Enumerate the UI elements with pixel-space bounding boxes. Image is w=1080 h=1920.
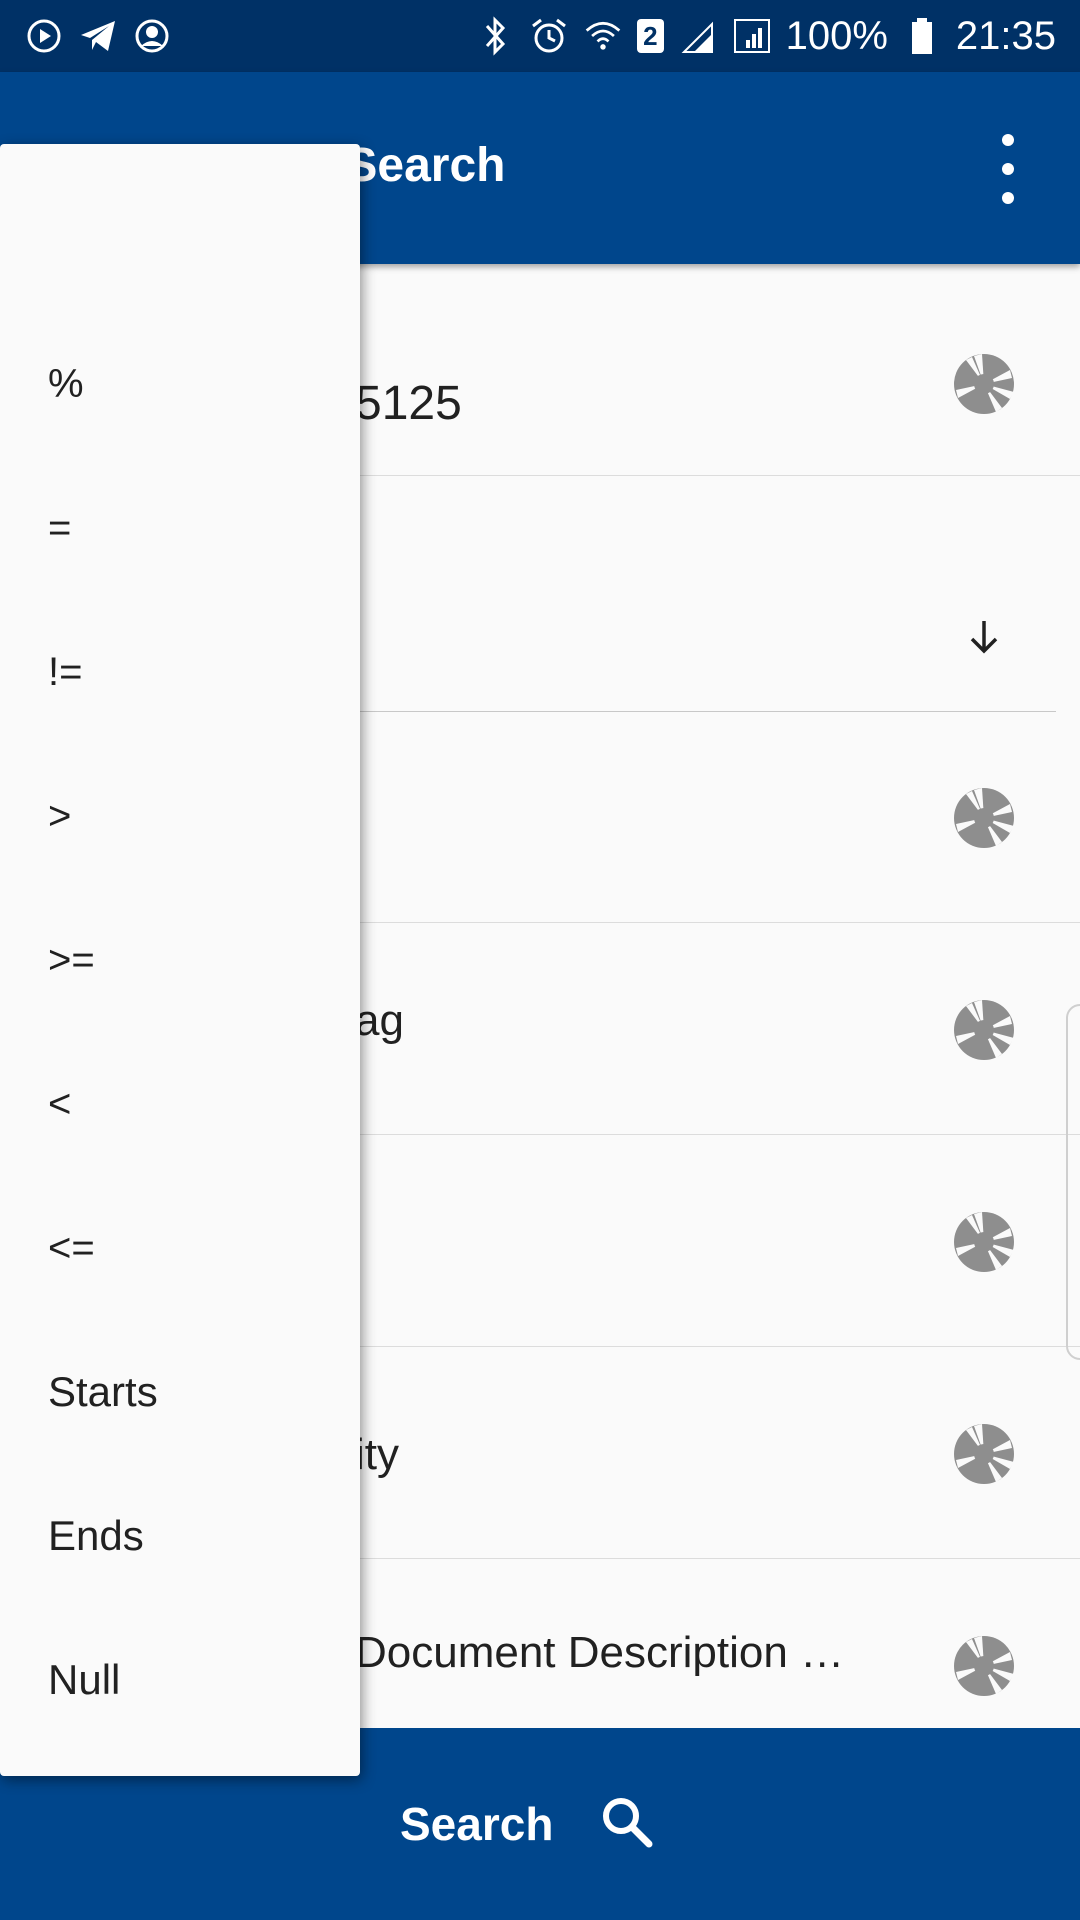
list-item-value: Document Description … bbox=[355, 1628, 845, 1677]
telegram-icon bbox=[78, 16, 118, 56]
list-item-value: ag bbox=[355, 996, 404, 1045]
more-vert-icon[interactable] bbox=[988, 134, 1028, 204]
bluetooth-icon bbox=[475, 16, 515, 56]
menu-item-greater-equal[interactable]: >= bbox=[48, 920, 95, 1000]
aperture-icon[interactable] bbox=[952, 998, 1016, 1062]
menu-item-equals[interactable]: = bbox=[48, 488, 71, 568]
wifi-icon bbox=[583, 16, 623, 56]
aperture-icon[interactable] bbox=[952, 786, 1016, 850]
search-button-label: Search bbox=[400, 1798, 554, 1850]
list-item-value: 5125 bbox=[355, 377, 462, 430]
menu-item-greater-than[interactable]: > bbox=[48, 776, 71, 856]
menu-item-percent[interactable]: % bbox=[48, 344, 84, 424]
search-icon bbox=[599, 1794, 655, 1855]
status-bar: 2 100% 21:35 bbox=[0, 0, 1080, 72]
menu-item-starts[interactable]: Starts bbox=[48, 1352, 158, 1432]
battery-icon bbox=[902, 16, 942, 56]
menu-item-null[interactable]: Null bbox=[48, 1640, 120, 1720]
signal-icon-2 bbox=[732, 16, 772, 56]
signal-icon bbox=[678, 16, 718, 56]
aperture-icon[interactable] bbox=[952, 1422, 1016, 1486]
account-circle-icon bbox=[132, 16, 172, 56]
sim-badge: 2 bbox=[637, 19, 664, 53]
alarm-icon bbox=[529, 16, 569, 56]
play-circle-icon bbox=[24, 16, 64, 56]
clock: 21:35 bbox=[955, 13, 1056, 58]
menu-item-not-equals[interactable]: != bbox=[48, 632, 82, 712]
menu-item-less-than[interactable]: < bbox=[48, 1064, 71, 1144]
arrow-down-icon[interactable] bbox=[962, 615, 1006, 659]
menu-item-less-equal[interactable]: <= bbox=[48, 1208, 95, 1288]
aperture-icon[interactable] bbox=[952, 1210, 1016, 1274]
list-item-value: ity bbox=[355, 1430, 399, 1479]
battery-percent: 100% bbox=[785, 13, 888, 58]
status-bar-left bbox=[24, 16, 172, 56]
search-button[interactable]: Search bbox=[400, 1786, 655, 1862]
scroll-handle[interactable] bbox=[1066, 1004, 1080, 1360]
operator-menu: % = != > >= < <= Starts Ends Null bbox=[0, 144, 360, 1776]
status-bar-right: 2 100% 21:35 bbox=[475, 14, 1056, 59]
aperture-icon[interactable] bbox=[952, 352, 1016, 416]
aperture-icon[interactable] bbox=[952, 1634, 1016, 1698]
menu-item-ends[interactable]: Ends bbox=[48, 1496, 144, 1576]
